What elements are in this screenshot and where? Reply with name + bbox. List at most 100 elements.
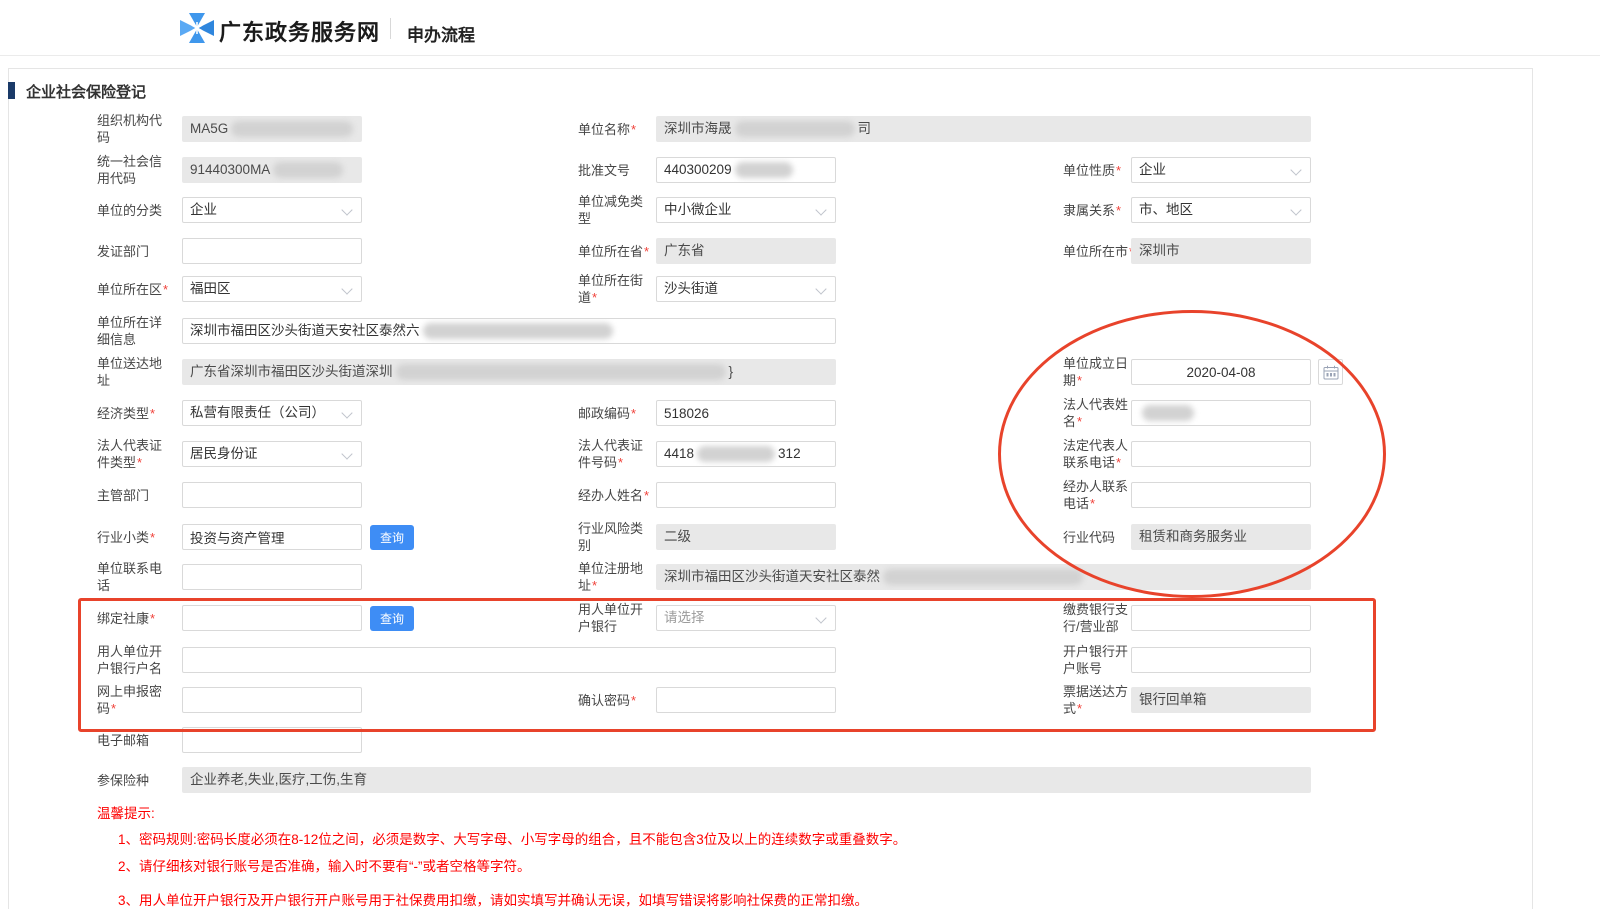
label-confirm-pwd: 确认密码* [578,687,652,713]
select-unit-category[interactable]: 企业 [182,197,362,223]
input-bank-account-no[interactable] [1131,647,1311,673]
label-detail-info: 单位所在详细信息 [97,318,171,344]
label-legal-id-type: 法人代表证件类型* [97,441,171,467]
required-marker: * [592,578,597,593]
select-district[interactable]: 福田区 [182,276,362,302]
required-marker: * [1077,414,1082,429]
required-marker: * [631,406,636,421]
select-affiliation[interactable]: 市、地区 [1131,197,1311,223]
label-economic-type: 经济类型* [97,400,171,426]
input-bank-account-name[interactable] [182,647,836,673]
chevron-down-icon [341,204,352,215]
select-unit-nature[interactable]: 企业 [1131,157,1311,183]
tip-item-3: 3、用人单位开户银行及开户银行开户账号用于社保费用扣缴，请如实填写并确认无误，如… [118,889,868,909]
label-org-code: 组织机构代码 [97,116,171,142]
tip-item-2: 2、请仔细核对银行账号是否准确，输入时不要有“-”或者空格等字符。 [118,855,531,875]
brand-logo-icon [180,13,214,43]
input-detail-info[interactable]: 深圳市福田区沙头街道天安社区泰然六 [182,318,836,344]
label-bank-account-name: 用人单位开户银行户名 [97,647,171,673]
required-marker: * [1116,203,1121,218]
redaction-blur [883,569,1083,585]
readonly-unit-name: 深圳市海晟司 [656,116,1311,142]
title-marker [8,82,15,99]
label-handler-name: 经办人姓名* [578,482,652,508]
label-reg-addr: 单位注册地址* [578,564,652,590]
nav-application-process: 申办流程 [407,21,475,46]
label-reduction-type: 单位减免类型 [578,197,652,223]
select-legal-id-type[interactable]: 居民身份证 [182,441,362,467]
label-district: 单位所在区* [97,276,171,302]
shekang-query-button[interactable]: 查询 [370,606,414,631]
label-supervisor-dept: 主管部门 [97,482,171,508]
input-legal-phone[interactable] [1131,441,1311,467]
chevron-down-icon [341,448,352,459]
label-credit-code: 统一社会信用代码 [97,157,171,183]
label-affiliation: 隶属关系* [1063,197,1137,223]
required-marker: * [111,701,116,716]
label-unit-category: 单位的分类 [97,197,171,223]
input-legal-name[interactable] [1131,400,1311,426]
input-legal-id-no[interactable]: 4418312 [656,441,836,467]
chevron-down-icon [341,407,352,418]
readonly-reg-addr: 深圳市福田区沙头街道天安社区泰然 [656,564,1311,590]
required-marker: * [150,611,155,626]
label-establish-date: 单位成立日期* [1063,359,1137,385]
redaction-blur [396,364,726,380]
label-postal-code: 邮政编码* [578,400,652,426]
required-marker: * [150,530,155,545]
input-supervisor-dept[interactable] [182,482,362,508]
label-industry-risk: 行业风险类别 [578,524,652,550]
readonly-industry-risk: 二级 [656,524,836,550]
redaction-blur [735,121,855,137]
readonly-org-code: MA5G [182,116,362,142]
label-industry-sub: 行业小类* [97,524,171,550]
select-economic-type[interactable]: 私营有限责任（公司） [182,400,362,426]
required-marker: * [150,406,155,421]
label-industry-code: 行业代码 [1063,524,1137,550]
select-reduction-type[interactable]: 中小微企业 [656,197,836,223]
input-handler-name[interactable] [656,482,836,508]
select-employer-bank[interactable]: 请选择 [656,605,836,631]
label-bind-shekang: 绑定社康* [97,605,171,631]
chevron-down-icon [1290,204,1301,215]
label-unit-name: 单位名称* [578,116,652,142]
required-marker: * [592,290,597,305]
input-issuing-dept[interactable] [182,238,362,264]
readonly-insurance-types: 企业养老,失业,医疗,工伤,生育 [182,767,1311,793]
input-online-pwd[interactable] [182,687,362,713]
input-establish-date[interactable] [1131,359,1311,385]
input-bind-shekang[interactable] [182,605,362,631]
label-legal-name: 法人代表姓名* [1063,400,1137,426]
label-delivery-addr: 单位送达地址 [97,359,171,385]
input-handler-phone[interactable] [1131,482,1311,508]
select-street[interactable]: 沙头街道 [656,276,836,302]
chevron-down-icon [1290,164,1301,175]
header: 广东政务服务网 申办流程 [0,0,1600,56]
required-marker: * [1077,701,1082,716]
page: { "star": "*", "header": { "brand": "广东政… [0,0,1600,899]
input-approval-no[interactable]: 440300209 [656,157,836,183]
redaction-blur [273,162,343,178]
brand-title: 广东政务服务网 [219,15,380,47]
label-province: 单位所在省* [578,238,652,264]
label-email: 电子邮箱 [97,727,171,753]
label-bill-delivery: 票据送达方式* [1063,687,1137,713]
input-email[interactable] [182,727,362,753]
input-industry-sub[interactable] [182,524,362,550]
input-confirm-pwd[interactable] [656,687,836,713]
label-legal-id-no: 法人代表证件号码* [578,441,652,467]
label-legal-phone: 法定代表人联系电话* [1063,441,1137,467]
required-marker: * [1077,373,1082,388]
redaction-blur [1142,405,1194,421]
redaction-blur [697,446,775,462]
tips-title: 温馨提示: [97,802,155,822]
required-marker: * [644,244,649,259]
input-pay-branch[interactable] [1131,605,1311,631]
input-unit-phone[interactable] [182,564,362,590]
input-postal-code[interactable] [656,400,836,426]
required-marker: * [1116,455,1121,470]
label-online-pwd: 网上申报密码* [97,687,171,713]
industry-query-button[interactable]: 查询 [370,525,414,550]
calendar-icon[interactable] [1318,359,1343,385]
label-approval-no: 批准文号 [578,157,652,183]
